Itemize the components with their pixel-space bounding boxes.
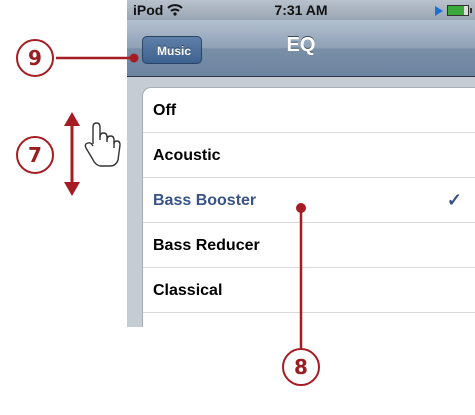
eq-row-bass-booster[interactable]: Bass Booster ✓: [143, 178, 475, 223]
checkmark-icon: ✓: [446, 190, 462, 210]
eq-preset-list[interactable]: Off Acoustic Bass Booster ✓ Bass Reducer…: [142, 87, 475, 327]
list-item-label: Acoustic: [153, 147, 221, 164]
callout-9-badge: 9: [16, 39, 54, 77]
page-title: EQ: [286, 34, 316, 56]
eq-row-bass-reducer[interactable]: Bass Reducer: [143, 223, 475, 268]
status-bar: iPod 7:31 AM: [127, 0, 475, 20]
navigation-bar: Music EQ: [127, 20, 475, 77]
double-arrow-icon: [64, 112, 80, 196]
list-item-label: Bass Reducer: [153, 237, 260, 254]
callout-8-badge: 8: [282, 348, 320, 386]
hand-pointer-icon: [84, 122, 121, 167]
battery-icon: [447, 5, 472, 16]
status-icons: [435, 5, 472, 16]
callout-7-badge: 7: [16, 136, 54, 174]
clock: 7:31 AM: [274, 2, 328, 18]
eq-row-off[interactable]: Off: [143, 88, 475, 133]
eq-row-classical[interactable]: Classical: [143, 268, 475, 313]
phone-screen: iPod 7:31 AM Music EQ Off Acoustic Bass …: [127, 0, 475, 327]
list-item-label: Bass Booster: [153, 192, 257, 209]
list-item-label: Classical: [153, 282, 223, 299]
eq-row-acoustic[interactable]: Acoustic: [143, 133, 475, 178]
play-icon: [435, 5, 443, 16]
list-item-label: Off: [153, 102, 177, 119]
